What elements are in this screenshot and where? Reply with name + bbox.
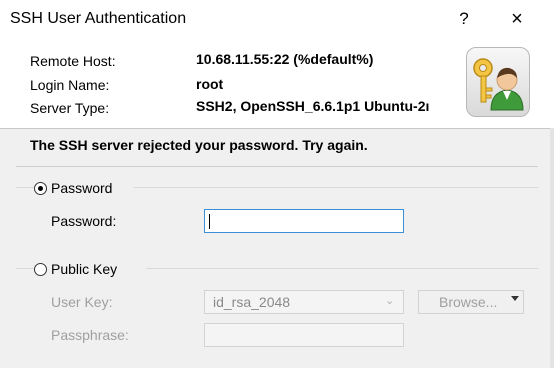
passphrase-input[interactable] xyxy=(204,323,404,347)
password-group-line xyxy=(134,187,538,188)
publickey-radio[interactable] xyxy=(34,263,47,276)
password-radio[interactable] xyxy=(34,182,47,195)
window-edge xyxy=(550,128,554,368)
publickey-group-line xyxy=(146,268,538,269)
password-radio-label[interactable]: Password xyxy=(51,180,112,196)
remote-host-label: Remote Host: xyxy=(30,53,116,69)
radio-selected-dot xyxy=(38,186,43,191)
text-caret xyxy=(209,214,210,229)
server-type-label: Server Type: xyxy=(30,100,110,116)
window-title: SSH User Authentication xyxy=(10,10,187,27)
publickey-group-line-left xyxy=(16,268,34,269)
title-bar: SSH User Authentication ? × xyxy=(0,0,554,40)
user-key-label: User Key: xyxy=(51,294,113,310)
help-button[interactable]: ? xyxy=(452,6,476,32)
chevron-down-icon: ⌄ xyxy=(385,295,395,307)
key-user-icon xyxy=(466,47,530,117)
password-group-line-left xyxy=(16,187,34,188)
server-type-value: SSH2, OpenSSH_6.6.1p1 Ubuntu-2ı xyxy=(196,98,430,114)
login-name-label: Login Name: xyxy=(30,77,110,93)
login-name-value: root xyxy=(196,76,224,92)
remote-host-value: 10.68.11.55:22 (%default%) xyxy=(196,51,374,67)
passphrase-label: Passphrase: xyxy=(51,327,129,343)
user-key-select[interactable]: id_rsa_2048 ⌄ xyxy=(204,290,404,314)
password-field-label: Password: xyxy=(51,213,117,229)
close-button[interactable]: × xyxy=(502,6,532,32)
error-message: The SSH server rejected your password. T… xyxy=(30,137,368,153)
divider xyxy=(16,166,538,167)
browse-button[interactable]: Browse... xyxy=(418,290,524,314)
publickey-radio-label[interactable]: Public Key xyxy=(51,261,117,277)
user-key-value: id_rsa_2048 xyxy=(213,294,291,310)
key-user-icon-graphic xyxy=(473,58,524,111)
dropdown-arrow-icon xyxy=(511,296,519,301)
browse-button-label: Browse... xyxy=(439,294,498,310)
password-input[interactable] xyxy=(204,209,404,233)
